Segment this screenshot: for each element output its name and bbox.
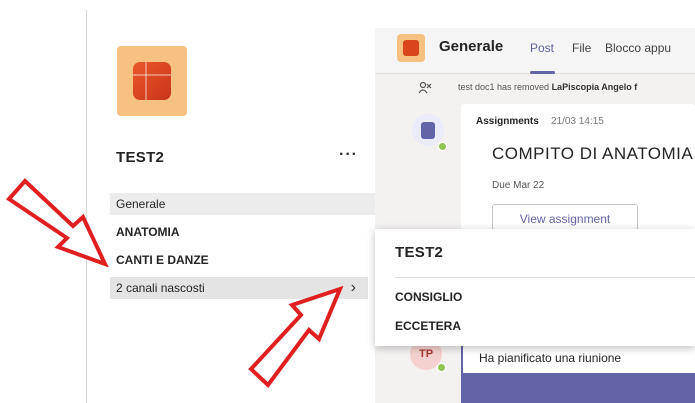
red-arrow-icon xyxy=(248,285,344,388)
red-arrow-icon xyxy=(5,178,109,268)
annotation-arrows xyxy=(5,178,344,388)
